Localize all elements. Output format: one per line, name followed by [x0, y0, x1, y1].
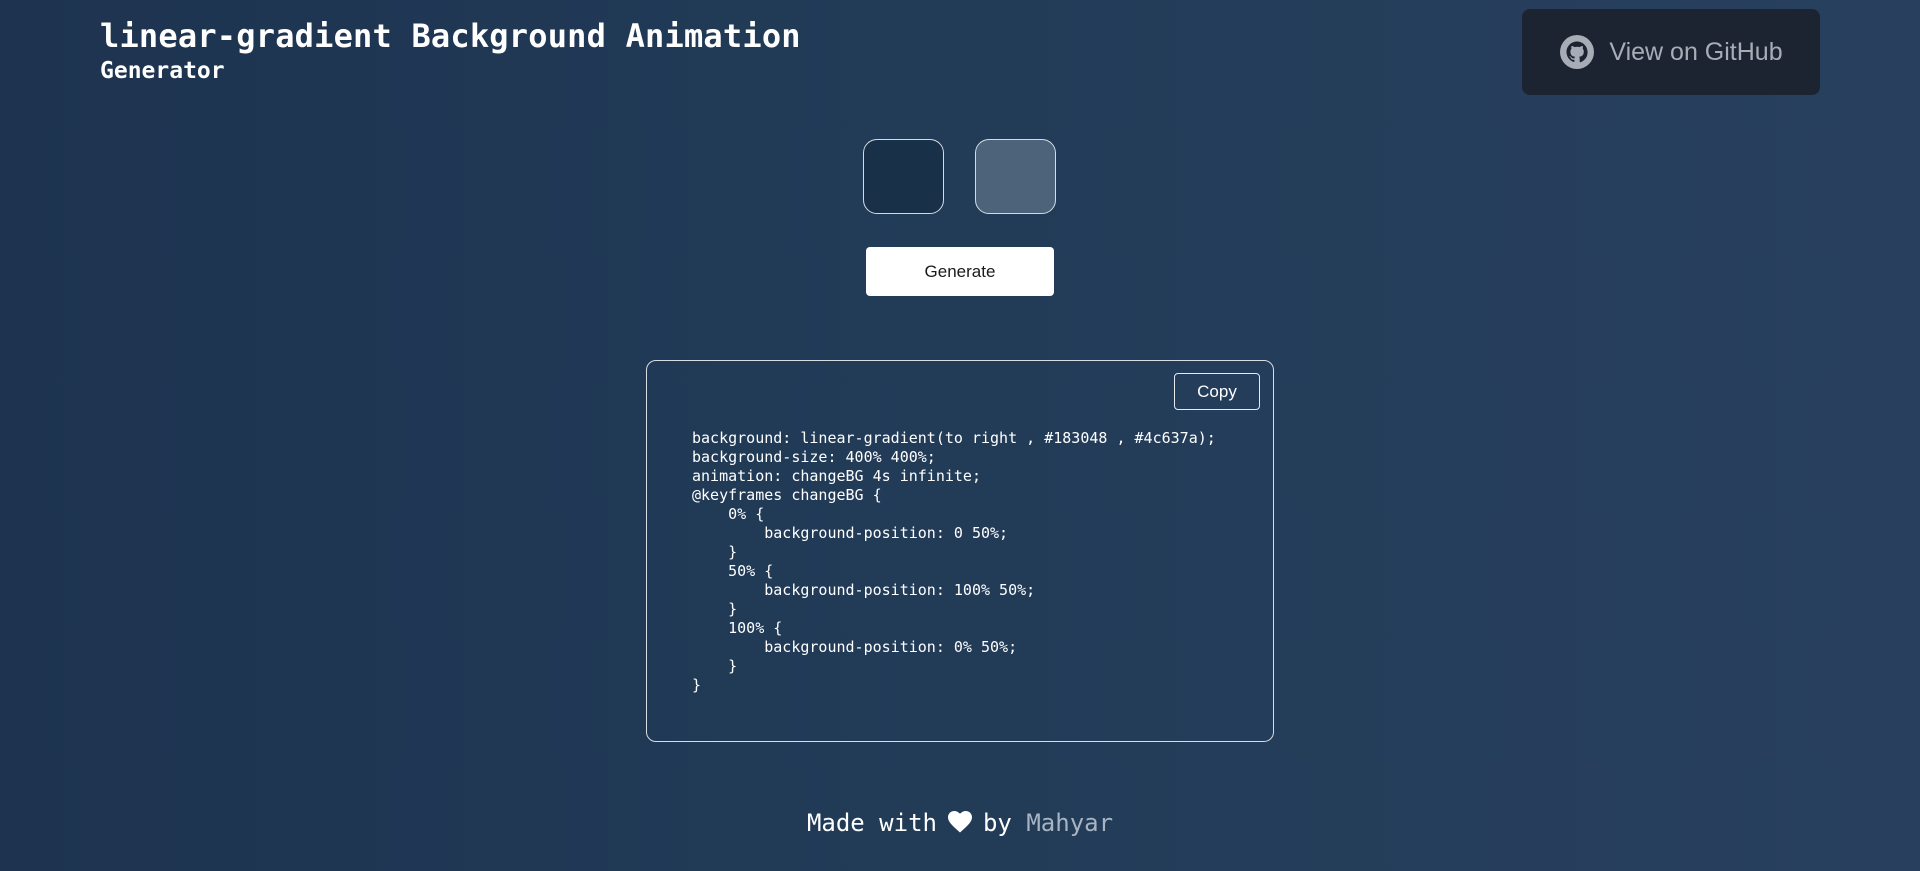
footer-made-with: Made with [806, 809, 937, 837]
page-subtitle: Generator [100, 58, 225, 84]
copy-button[interactable]: Copy [1174, 373, 1260, 410]
view-on-github-button[interactable]: View on GitHub [1522, 9, 1820, 95]
footer: Made with by Mahyar [0, 808, 1920, 838]
generate-button[interactable]: Generate [866, 247, 1054, 296]
github-icon [1559, 34, 1595, 70]
page-header: linear-gradient Background Animation Gen… [100, 16, 801, 86]
code-output-box: Copy background: linear-gradient(to righ… [646, 360, 1274, 742]
color-picker-1[interactable] [863, 139, 944, 214]
footer-by: by [982, 809, 1012, 837]
author-link[interactable]: Mahyar [1026, 809, 1113, 837]
github-button-label: View on GitHub [1609, 37, 1783, 66]
page-title: linear-gradient Background Animation [100, 17, 801, 55]
color-picker-2[interactable] [975, 139, 1056, 214]
generated-css-code: background: linear-gradient(to right , #… [692, 429, 1216, 694]
heart-icon [947, 810, 973, 834]
